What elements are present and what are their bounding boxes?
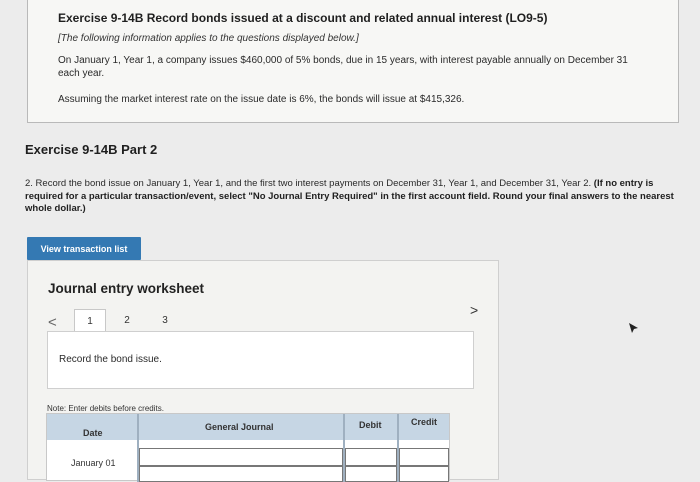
row-1-debit-field[interactable] xyxy=(345,448,397,466)
column-header-general-journal: General Journal xyxy=(205,422,274,432)
question-text: 2. Record the bond issue on January 1, Y… xyxy=(25,178,675,216)
question-prefix: 2. Record the bond issue on January 1, Y… xyxy=(25,178,592,189)
row-1-date: January 01 xyxy=(71,458,116,468)
chevron-left-icon[interactable]: < xyxy=(48,314,57,331)
exercise-paragraph-2: Assuming the market interest rate on the… xyxy=(58,94,465,105)
exercise-info-box: Exercise 9-14B Record bonds issued at a … xyxy=(27,0,679,123)
entry-instruction: Record the bond issue. xyxy=(59,354,162,365)
tab-2[interactable]: 2 xyxy=(112,309,142,333)
column-header-credit: Credit xyxy=(411,417,438,427)
chevron-right-icon[interactable]: > xyxy=(470,302,478,318)
exercise-title: Exercise 9-14B Record bonds issued at a … xyxy=(58,11,548,25)
debits-note: Note: Enter debits before credits. xyxy=(47,404,164,413)
mouse-cursor-icon xyxy=(629,323,638,333)
row-1-account-field[interactable] xyxy=(139,448,343,466)
journal-entry-worksheet: Journal entry worksheet < 1 2 3 Record t… xyxy=(27,260,499,482)
column-header-date: Date xyxy=(83,428,103,438)
row-1-credit-field[interactable] xyxy=(399,448,449,466)
part-title: Exercise 9-14B Part 2 xyxy=(25,142,158,157)
view-transaction-list-button[interactable]: View transaction list xyxy=(27,237,141,260)
column-header-debit: Debit xyxy=(359,420,382,430)
tab-3[interactable]: 3 xyxy=(150,309,180,333)
worksheet-title: Journal entry worksheet xyxy=(48,281,205,296)
entry-description-box: Record the bond issue. xyxy=(47,331,474,389)
exercise-note: [The following information applies to th… xyxy=(58,33,359,44)
journal-table: Date General Journal Debit Credit Januar… xyxy=(46,413,450,482)
exercise-paragraph-1: On January 1, Year 1, a company issues $… xyxy=(58,55,628,79)
